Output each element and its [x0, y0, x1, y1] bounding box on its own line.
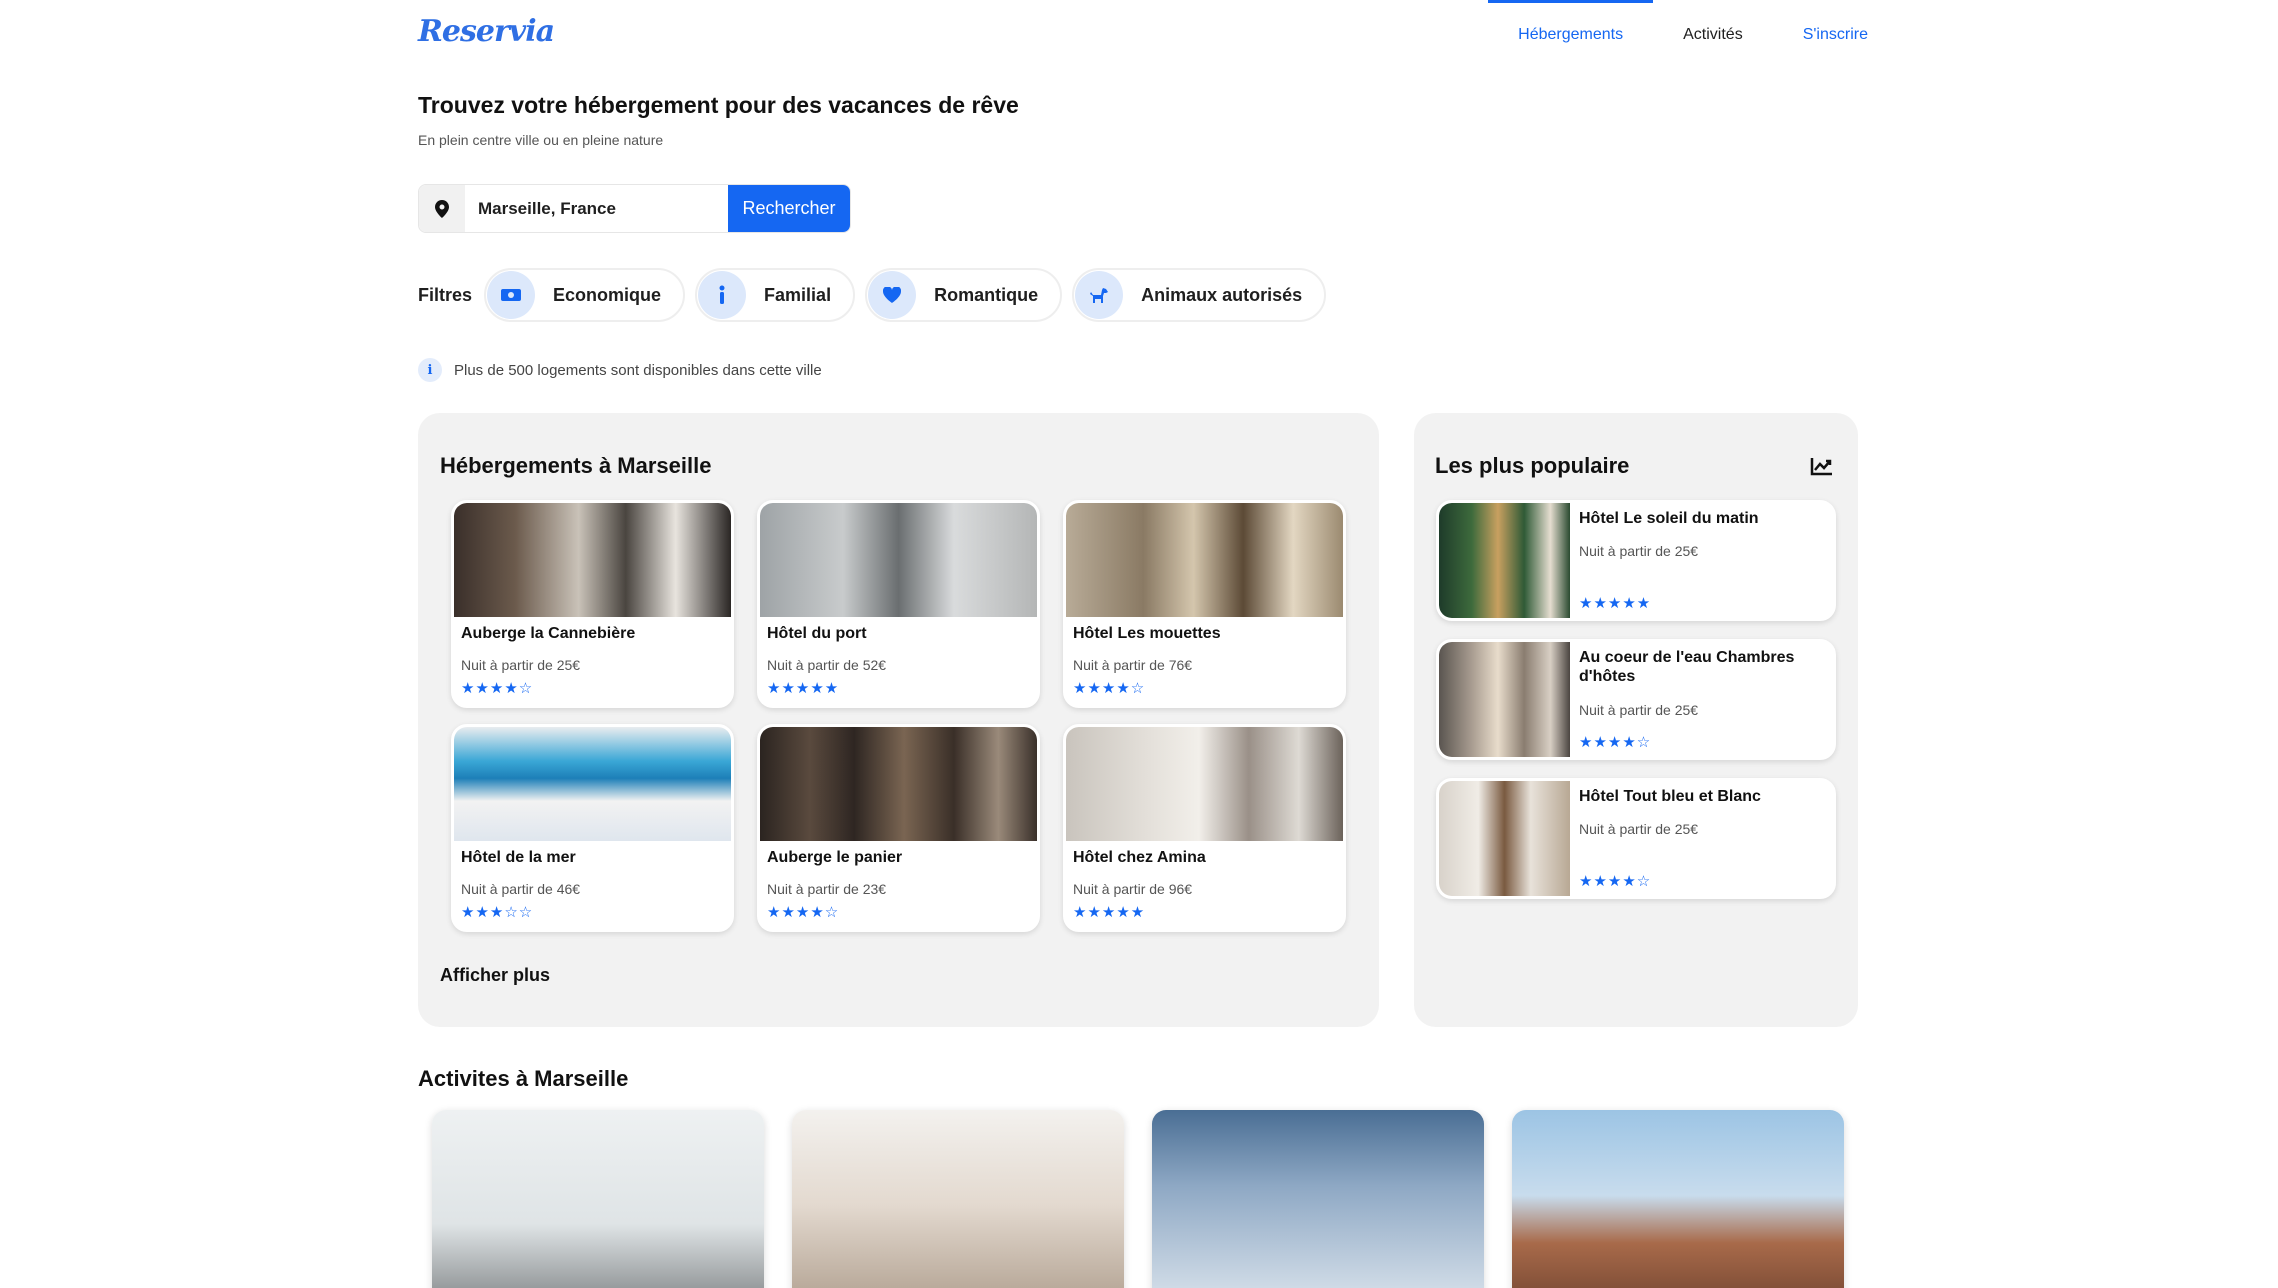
rating-stars: ★★★★☆	[1579, 873, 1652, 890]
activity-card-sky[interactable]	[1152, 1110, 1484, 1288]
search-bar: Marseille, France Rechercher	[418, 184, 851, 233]
popular-panel: Les plus populaire Hôtel Le soleil du ma…	[1414, 413, 1858, 1027]
rating-stars: ★★★★☆	[767, 904, 840, 921]
accommodation-card[interactable]: Auberge la Cannebière Nuit à partir de 2…	[451, 500, 734, 708]
activity-card-city[interactable]	[1512, 1110, 1844, 1288]
page-title: Trouvez votre hébergement pour des vacan…	[418, 92, 1019, 118]
popular-name: Hôtel Le soleil du matin	[1579, 510, 1759, 527]
accommodation-name: Auberge la Cannebière	[461, 625, 636, 642]
accommodation-card[interactable]: Hôtel Les mouettes Nuit à partir de 76€ …	[1063, 500, 1346, 708]
filter-label: Economique	[553, 284, 662, 305]
accommodation-photo	[1066, 727, 1343, 841]
rating-stars: ★★★★☆	[461, 680, 534, 697]
popular-price: Nuit à partir de 25€	[1579, 702, 1699, 718]
main-nav: Hébergements Activités S'inscrire	[1488, 0, 1898, 70]
popular-card[interactable]: Hôtel Le soleil du matin Nuit à partir d…	[1436, 500, 1836, 621]
activity-card-harbor[interactable]	[432, 1110, 764, 1288]
accommodation-card[interactable]: Hôtel du port Nuit à partir de 52€ ★★★★★	[757, 500, 1040, 708]
availability-info: i Plus de 500 logements sont disponibles…	[418, 358, 822, 382]
filter-bar: Filtres Economique Familial Romantique A…	[418, 268, 1327, 322]
popular-photo	[1439, 781, 1570, 896]
accommodation-price: Nuit à partir de 76€	[1073, 657, 1193, 673]
accommodation-price: Nuit à partir de 23€	[767, 881, 887, 897]
rating-stars: ★★★☆☆	[461, 904, 534, 921]
accommodation-name: Hôtel Les mouettes	[1073, 625, 1221, 642]
accommodation-card[interactable]: Hôtel de la mer Nuit à partir de 46€ ★★★…	[451, 724, 734, 932]
accommodation-photo	[760, 503, 1037, 617]
dog-icon	[1075, 271, 1124, 319]
filter-economique[interactable]: Economique	[484, 268, 686, 322]
popular-price: Nuit à partir de 25€	[1579, 543, 1699, 559]
accommodation-card[interactable]: Hôtel chez Amina Nuit à partir de 96€ ★★…	[1063, 724, 1346, 932]
rating-stars: ★★★★★	[1579, 595, 1652, 612]
popular-photo	[1439, 503, 1570, 618]
rating-stars: ★★★★★	[1073, 904, 1146, 921]
filter-animaux[interactable]: Animaux autorisés	[1072, 268, 1327, 322]
search-button[interactable]: Rechercher	[728, 185, 850, 232]
search-input[interactable]: Marseille, France	[465, 185, 728, 232]
accommodation-photo	[454, 503, 731, 617]
activities-title: Activites à Marseille	[418, 1066, 629, 1091]
info-text: Plus de 500 logements sont disponibles d…	[454, 361, 822, 379]
logo[interactable]: Reservia	[418, 14, 555, 49]
nav-hebergements[interactable]: Hébergements	[1488, 0, 1654, 70]
filter-familial[interactable]: Familial	[695, 268, 856, 322]
popular-title: Les plus populaire	[1435, 453, 1630, 478]
accommodation-photo	[454, 727, 731, 841]
map-pin-icon	[419, 185, 465, 232]
accommodation-name: Hôtel chez Amina	[1073, 849, 1206, 866]
filter-romantique[interactable]: Romantique	[865, 268, 1063, 322]
popular-card[interactable]: Au coeur de l'eau Chambres d'hôtes Nuit …	[1436, 639, 1836, 760]
child-icon	[698, 271, 747, 319]
rating-stars: ★★★★☆	[1073, 680, 1146, 697]
accommodation-price: Nuit à partir de 52€	[767, 657, 887, 673]
filter-label: Animaux autorisés	[1141, 284, 1303, 305]
popular-name: Au coeur de l'eau Chambres d'hôtes	[1579, 649, 1795, 686]
rating-stars: ★★★★★	[767, 680, 840, 697]
accommodation-price: Nuit à partir de 96€	[1073, 881, 1193, 897]
activities-row	[432, 1110, 1844, 1288]
accommodations-title: Hébergements à Marseille	[440, 453, 712, 478]
info-icon: i	[418, 358, 442, 382]
filter-label: Romantique	[934, 284, 1039, 305]
nav-signup[interactable]: S'inscrire	[1773, 0, 1898, 70]
popular-photo	[1439, 642, 1570, 757]
rating-stars: ★★★★☆	[1579, 734, 1652, 751]
accommodations-panel: Hébergements à Marseille Auberge la Cann…	[418, 413, 1379, 1027]
popular-name: Hôtel Tout bleu et Blanc	[1579, 788, 1761, 805]
accommodation-photo	[760, 727, 1037, 841]
accommodation-price: Nuit à partir de 46€	[461, 881, 581, 897]
accommodation-card[interactable]: Auberge le panier Nuit à partir de 23€ ★…	[757, 724, 1040, 932]
money-icon	[487, 271, 536, 319]
accommodation-name: Hôtel du port	[767, 625, 867, 642]
accommodation-photo	[1066, 503, 1343, 617]
accommodations-grid: Auberge la Cannebière Nuit à partir de 2…	[451, 500, 1346, 932]
filters-label: Filtres	[418, 284, 473, 305]
page-subtitle: En plein centre ville ou en pleine natur…	[418, 132, 664, 148]
heart-icon	[868, 271, 917, 319]
popular-price: Nuit à partir de 25€	[1579, 821, 1699, 837]
show-more-link[interactable]: Afficher plus	[440, 965, 550, 986]
nav-activites[interactable]: Activités	[1653, 0, 1773, 70]
accommodation-price: Nuit à partir de 25€	[461, 657, 581, 673]
accommodation-name: Auberge le panier	[767, 849, 903, 866]
popular-card[interactable]: Hôtel Tout bleu et Blanc Nuit à partir d…	[1436, 778, 1836, 899]
accommodation-name: Hôtel de la mer	[461, 849, 576, 866]
trend-chart-icon	[1810, 455, 1834, 483]
filter-label: Familial	[764, 284, 832, 305]
activity-card-fort[interactable]	[792, 1110, 1124, 1288]
